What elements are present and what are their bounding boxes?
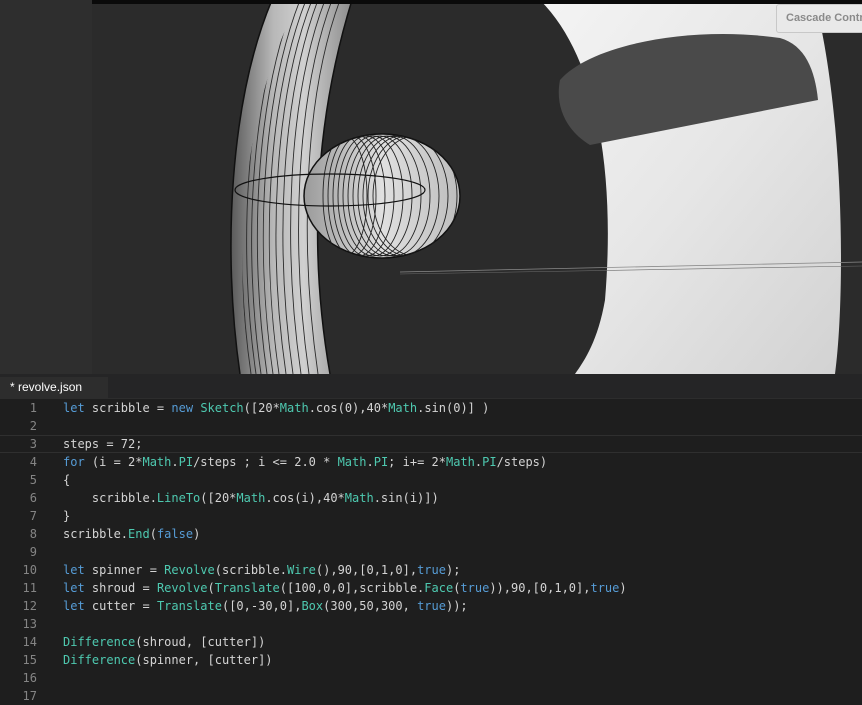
line-number: 10: [22, 563, 37, 577]
code-line[interactable]: 15 Difference(spinner, [cutter]): [0, 651, 862, 669]
code-line[interactable]: 8 scribble.End(false): [0, 525, 862, 543]
code-line[interactable]: 6 scribble.LineTo([20*Math.cos(i),40*Mat…: [0, 489, 862, 507]
code-line[interactable]: 3 steps = 72;: [0, 435, 862, 453]
code-line[interactable]: 7}: [0, 507, 862, 525]
code-line[interactable]: 9: [0, 543, 862, 561]
code-line[interactable]: 13: [0, 615, 862, 633]
line-number: 4: [29, 455, 37, 469]
line-number: 11: [22, 581, 37, 595]
line-number: 5: [29, 473, 37, 487]
code-text: steps = 72;: [63, 437, 143, 451]
code-line[interactable]: 5{: [0, 471, 862, 489]
code-line[interactable]: 12 let cutter = Translate([0,-30,0],Box(3…: [0, 597, 862, 615]
line-number: 1: [29, 401, 37, 415]
line-number: 16: [22, 671, 37, 685]
code-text: let shroud = Revolve(Translate([100,0,0]…: [63, 581, 627, 595]
code-text: Difference(spinner, [cutter]): [63, 653, 273, 667]
line-number: 3: [29, 437, 37, 451]
code-text: let spinner = Revolve(scribble.Wire(),90…: [63, 563, 461, 577]
code-line[interactable]: 10 let spinner = Revolve(scribble.Wire(),…: [0, 561, 862, 579]
code-line[interactable]: 17: [0, 687, 862, 705]
code-line[interactable]: 2: [0, 417, 862, 435]
line-number: 14: [22, 635, 37, 649]
line-number: 2: [29, 419, 37, 433]
3d-scene[interactable]: [0, 0, 862, 374]
code-line[interactable]: 4 for (i = 2*Math.PI/steps ; i <= 2.0 * M…: [0, 453, 862, 471]
line-number: 6: [29, 491, 37, 505]
code-line[interactable]: 11 let shroud = Revolve(Translate([100,0,…: [0, 579, 862, 597]
line-number: 17: [22, 689, 37, 703]
tab-revolve-json[interactable]: * revolve.json: [0, 377, 108, 398]
code-text: {: [63, 473, 71, 487]
code-text: for (i = 2*Math.PI/steps ; i <= 2.0 * Ma…: [63, 455, 548, 469]
spinner: [303, 133, 461, 259]
code-editor[interactable]: * revolve.json 1 let scribble = new Sketc…: [0, 374, 862, 703]
line-number: 8: [29, 527, 37, 541]
line-number: 7: [29, 509, 37, 523]
line-number: 12: [22, 599, 37, 613]
editor-tab-bar: * revolve.json: [0, 374, 862, 399]
code-line[interactable]: 1 let scribble = new Sketch([20*Math.cos(…: [0, 399, 862, 417]
code-text: }: [63, 509, 71, 523]
line-number: 13: [22, 617, 37, 631]
code-text: let scribble = new Sketch([20*Math.cos(0…: [63, 401, 490, 415]
cascade-control-panel-button[interactable]: Cascade Control Panel: [776, 4, 862, 33]
code-text: scribble.LineTo([20*Math.cos(i),40*Math.…: [63, 491, 439, 505]
code-area[interactable]: 1 let scribble = new Sketch([20*Math.cos(…: [0, 399, 862, 705]
3d-viewport[interactable]: Cascade Control Panel: [0, 0, 862, 374]
code-line[interactable]: 16: [0, 669, 862, 687]
code-line[interactable]: 14 Difference(shroud, [cutter]): [0, 633, 862, 651]
code-text: scribble.End(false): [63, 527, 201, 541]
line-number: 15: [22, 653, 37, 667]
line-number: 9: [29, 545, 37, 559]
code-text: Difference(shroud, [cutter]): [63, 635, 266, 649]
code-text: let cutter = Translate([0,-30,0],Box(300…: [63, 599, 468, 613]
